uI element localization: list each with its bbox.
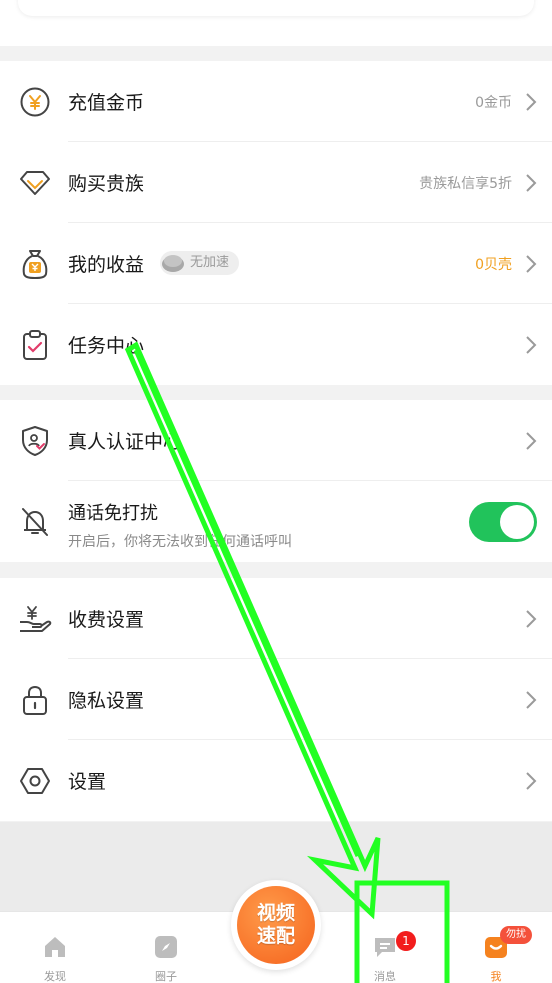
home-icon bbox=[45, 937, 65, 957]
tab-label: 圈子 bbox=[155, 970, 177, 983]
video-match-button[interactable]: 视频 速配 bbox=[231, 880, 321, 970]
menu-group-settings: 收费设置 隐私设置 设置 bbox=[0, 578, 552, 821]
menu-item-fee-settings[interactable]: 收费设置 bbox=[0, 578, 552, 659]
compass-icon bbox=[155, 936, 177, 958]
dnd-status-badge: 勿扰 bbox=[500, 926, 532, 944]
chevron-right-icon bbox=[526, 254, 537, 273]
menu-item-call-dnd: 通话免打扰 开启后，你将无法收到任何通话呼叫 bbox=[0, 481, 552, 562]
video-match-inner: 视频 速配 bbox=[237, 886, 315, 964]
toggle-knob bbox=[500, 504, 534, 539]
fab-line-2: 速配 bbox=[256, 925, 295, 947]
diamond-icon bbox=[18, 166, 52, 200]
shield-check-icon bbox=[18, 424, 52, 458]
speed-badge: 无加速 bbox=[160, 251, 240, 275]
menu-item-label: 收费设置 bbox=[68, 609, 145, 631]
tab-label: 我 bbox=[490, 970, 502, 983]
hexagon-settings-icon bbox=[18, 764, 52, 798]
fab-line-1: 视频 bbox=[256, 902, 295, 924]
menu-item-label: 购买贵族 bbox=[68, 173, 145, 195]
chevron-right-icon bbox=[526, 431, 537, 450]
tab-circle[interactable]: 圈子 bbox=[126, 912, 206, 983]
shell-balance: 0贝壳 bbox=[475, 256, 512, 273]
profile-card-bottom bbox=[18, 0, 534, 16]
menu-item-earnings[interactable]: 我的收益 无加速 0贝壳 bbox=[0, 223, 552, 304]
menu-item-label: 我的收益 bbox=[68, 254, 145, 276]
menu-item-settings[interactable]: 设置 bbox=[0, 740, 552, 821]
tab-label: 发现 bbox=[44, 970, 66, 983]
lock-icon bbox=[18, 683, 52, 717]
dnd-description: 开启后，你将无法收到任何通话呼叫 bbox=[68, 534, 292, 550]
menu-group-wallet: 充值金币 0金币 购买贵族 贵族私信享5折 我的收益 无加速 0贝壳 任务中心 bbox=[0, 61, 552, 385]
chevron-right-icon bbox=[526, 690, 537, 709]
cloud-icon bbox=[162, 255, 184, 272]
menu-group-security: 真人认证中心 通话免打扰 开启后，你将无法收到任何通话呼叫 bbox=[0, 400, 552, 562]
menu-item-label: 隐私设置 bbox=[68, 690, 145, 712]
chevron-right-icon bbox=[526, 173, 537, 192]
chevron-right-icon bbox=[526, 771, 537, 790]
menu-item-task-center[interactable]: 任务中心 bbox=[0, 304, 552, 385]
menu-item-label: 充值金币 bbox=[68, 92, 145, 114]
chevron-right-icon bbox=[526, 335, 537, 354]
tab-discover[interactable]: 发现 bbox=[15, 912, 95, 983]
dnd-toggle[interactable] bbox=[469, 501, 537, 542]
menu-item-recharge[interactable]: 充值金币 0金币 bbox=[0, 61, 552, 142]
noble-promo-text: 贵族私信享5折 bbox=[419, 175, 512, 192]
money-bag-icon bbox=[18, 247, 52, 281]
unread-count-badge: 1 bbox=[396, 931, 416, 951]
chat-icon bbox=[375, 938, 395, 957]
chevron-right-icon bbox=[526, 609, 537, 628]
tab-me[interactable]: 我 bbox=[456, 912, 536, 983]
speed-badge-text: 无加速 bbox=[190, 255, 230, 270]
chevron-right-icon bbox=[526, 92, 537, 111]
hand-coin-icon bbox=[18, 602, 52, 636]
clipboard-check-icon bbox=[18, 328, 52, 362]
menu-item-label: 通话免打扰 bbox=[68, 503, 158, 524]
tab-label: 消息 bbox=[374, 970, 396, 983]
menu-item-real-person-verify[interactable]: 真人认证中心 bbox=[0, 400, 552, 481]
menu-item-privacy-settings[interactable]: 隐私设置 bbox=[0, 659, 552, 740]
menu-item-label: 真人认证中心 bbox=[68, 431, 183, 453]
bell-off-icon bbox=[18, 505, 52, 539]
coin-icon bbox=[18, 85, 52, 119]
menu-item-buy-noble[interactable]: 购买贵族 贵族私信享5折 bbox=[0, 142, 552, 223]
menu-item-label: 任务中心 bbox=[68, 335, 145, 357]
coin-balance: 0金币 bbox=[475, 94, 512, 111]
menu-item-label: 设置 bbox=[68, 771, 107, 793]
